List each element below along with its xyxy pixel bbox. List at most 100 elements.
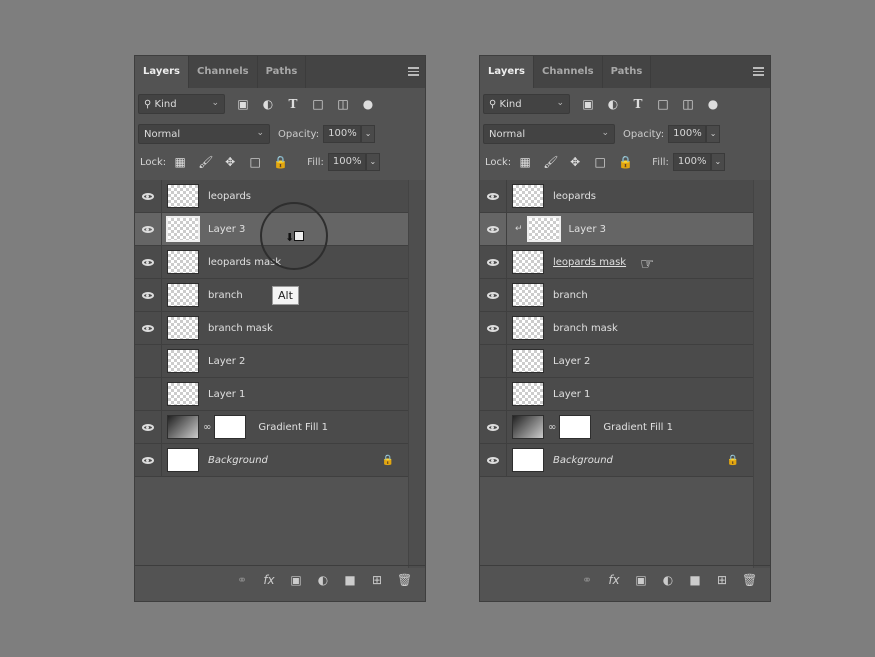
image-filter-icon[interactable]: ▣ (236, 97, 250, 111)
layer-row[interactable]: Layer 1 (480, 378, 753, 411)
layer-name[interactable]: branch (208, 290, 243, 301)
visibility-toggle[interactable] (135, 279, 162, 311)
link-layers-icon[interactable]: ⚭ (580, 573, 594, 587)
panel-menu-icon[interactable] (408, 67, 419, 76)
lock-position-move-icon[interactable]: ✥ (223, 155, 237, 169)
fx-icon[interactable]: fx (607, 573, 621, 587)
layer-row[interactable]: ∞ Gradient Fill 1 (135, 411, 408, 444)
tab-channels[interactable]: Channels (534, 56, 603, 88)
layer-row[interactable]: Layer 1 (135, 378, 408, 411)
add-mask-icon[interactable]: ▣ (634, 573, 648, 587)
visibility-toggle[interactable] (135, 180, 162, 212)
layer-row[interactable]: Layer 2 (135, 345, 408, 378)
layer-name[interactable]: Layer 1 (553, 389, 590, 400)
adjustment-filter-icon[interactable]: ◐ (261, 97, 275, 111)
visibility-toggle[interactable] (480, 279, 507, 311)
visibility-toggle[interactable] (135, 246, 162, 278)
layer-name[interactable]: Layer 2 (553, 356, 590, 367)
folder-icon[interactable]: ■ (343, 573, 357, 587)
filter-kind-select[interactable]: ⚲ Kind ⌄ (138, 94, 225, 114)
tab-paths[interactable]: Paths (603, 56, 652, 88)
lock-image-brush-icon[interactable]: 🖌 (543, 155, 558, 169)
opacity-dropdown-icon[interactable]: ⌄ (706, 125, 721, 143)
visibility-toggle[interactable] (135, 312, 162, 344)
opacity-input[interactable]: 100% (668, 125, 707, 143)
visibility-toggle[interactable] (480, 444, 507, 476)
link-icon[interactable]: ∞ (548, 422, 556, 433)
visibility-toggle[interactable] (135, 444, 162, 476)
layer-name[interactable]: Gradient Fill 1 (603, 422, 673, 433)
lock-transparency-icon[interactable]: ▦ (518, 155, 532, 169)
trash-icon[interactable]: 🗑 (742, 573, 757, 587)
lock-position-move-icon[interactable]: ✥ (568, 155, 582, 169)
layer-row[interactable]: Layer 2 (480, 345, 753, 378)
fill-dropdown-icon[interactable]: ⌄ (710, 153, 725, 171)
lock-image-brush-icon[interactable]: 🖌 (198, 155, 213, 169)
smart-object-filter-icon[interactable]: ◫ (681, 97, 695, 111)
layer-row[interactable]: Background 🔒 (135, 444, 408, 477)
smart-object-filter-icon[interactable]: ◫ (336, 97, 350, 111)
new-layer-icon[interactable]: ⊞ (715, 573, 729, 587)
tab-layers[interactable]: Layers (135, 56, 189, 88)
trash-icon[interactable]: 🗑 (397, 573, 412, 587)
layer-name[interactable]: branch (553, 290, 588, 301)
layer-name[interactable]: Gradient Fill 1 (258, 422, 328, 433)
lock-transparency-icon[interactable]: ▦ (173, 155, 187, 169)
fx-icon[interactable]: fx (262, 573, 276, 587)
layer-row[interactable]: leopards (480, 180, 753, 213)
layer-name[interactable]: Background (208, 455, 268, 466)
layer-name[interactable]: Layer 1 (208, 389, 245, 400)
lock-all-icon[interactable]: 🔒 (273, 155, 288, 169)
layer-name[interactable]: branch mask (553, 323, 618, 334)
tab-channels[interactable]: Channels (189, 56, 258, 88)
link-icon[interactable]: ∞ (203, 422, 211, 433)
visibility-toggle[interactable] (135, 411, 162, 443)
blend-mode-select[interactable]: Normal ⌄ (138, 124, 270, 144)
fill-input[interactable]: 100% (327, 153, 366, 171)
visibility-toggle[interactable] (480, 378, 507, 410)
link-layers-icon[interactable]: ⚭ (235, 573, 249, 587)
opacity-dropdown-icon[interactable]: ⌄ (361, 125, 376, 143)
lock-all-icon[interactable]: 🔒 (618, 155, 633, 169)
layer-row[interactable]: ∞ Gradient Fill 1 (480, 411, 753, 444)
visibility-toggle[interactable] (480, 246, 507, 278)
layer-name[interactable]: leopards (208, 191, 251, 202)
layer-row[interactable]: ↵ Layer 3 (480, 213, 753, 246)
fill-dropdown-icon[interactable]: ⌄ (365, 153, 380, 171)
visibility-toggle[interactable] (480, 213, 507, 245)
layer-name[interactable]: Background (553, 455, 613, 466)
panel-menu-icon[interactable] (753, 67, 764, 76)
layer-row[interactable]: Background 🔒 (480, 444, 753, 477)
tab-layers[interactable]: Layers (480, 56, 534, 88)
filter-toggle-icon[interactable]: ● (361, 97, 375, 111)
shape-filter-icon[interactable]: □ (311, 97, 325, 111)
visibility-toggle[interactable] (135, 345, 162, 377)
layer-row[interactable]: branch mask (135, 312, 408, 345)
shape-filter-icon[interactable]: □ (656, 97, 670, 111)
lock-artboard-icon[interactable]: □ (593, 155, 607, 169)
fill-input[interactable]: 100% (672, 153, 711, 171)
visibility-toggle[interactable] (480, 345, 507, 377)
adjustment-layer-icon[interactable]: ◐ (661, 573, 675, 587)
blend-mode-select[interactable]: Normal ⌄ (483, 124, 615, 144)
lock-artboard-icon[interactable]: □ (248, 155, 262, 169)
visibility-toggle[interactable] (480, 312, 507, 344)
layer-name[interactable]: Layer 3 (208, 224, 245, 235)
layer-row[interactable]: leopards mask (480, 246, 753, 279)
layer-name[interactable]: Layer 3 (569, 224, 606, 235)
tab-paths[interactable]: Paths (258, 56, 307, 88)
scrollbar[interactable] (408, 180, 425, 568)
filter-toggle-icon[interactable]: ● (706, 97, 720, 111)
layer-name[interactable]: leopards mask (553, 257, 626, 268)
add-mask-icon[interactable]: ▣ (289, 573, 303, 587)
scrollbar[interactable] (753, 180, 770, 568)
image-filter-icon[interactable]: ▣ (581, 97, 595, 111)
filter-kind-select[interactable]: ⚲ Kind ⌄ (483, 94, 570, 114)
layer-name[interactable]: leopards (553, 191, 596, 202)
visibility-toggle[interactable] (480, 411, 507, 443)
layer-name[interactable]: branch mask (208, 323, 273, 334)
layer-row[interactable]: branch (480, 279, 753, 312)
folder-icon[interactable]: ■ (688, 573, 702, 587)
visibility-toggle[interactable] (480, 180, 507, 212)
type-filter-icon[interactable]: T (286, 97, 300, 111)
